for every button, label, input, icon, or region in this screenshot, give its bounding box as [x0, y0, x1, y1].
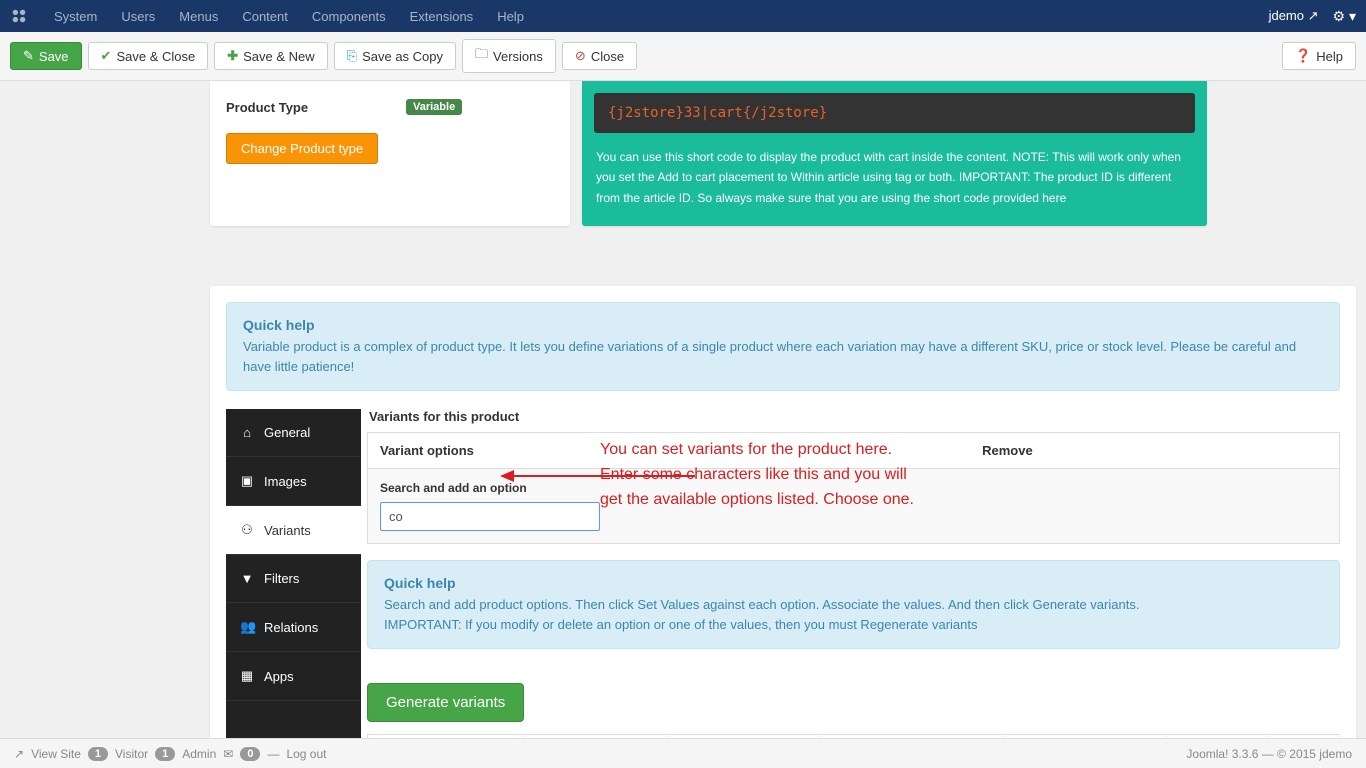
help-button[interactable]: ❓Help [1282, 42, 1356, 70]
top-menu: System Users Menus Content Components Ex… [42, 9, 536, 24]
save-close-button[interactable]: ✔Save & Close [88, 42, 209, 70]
visitor-count: 1 [88, 747, 108, 761]
tab-relations[interactable]: 👥Relations [226, 603, 361, 652]
variants-title: Variants for this product [367, 409, 1340, 424]
view-site-link[interactable]: View Site [31, 747, 81, 761]
image-icon: ▣ [240, 473, 254, 489]
sitemap-icon: ⚇ [240, 522, 254, 538]
tab-general[interactable]: ⌂General [226, 409, 361, 457]
shortcode-panel: {j2store}33|cart{/j2store} You can use t… [582, 81, 1207, 226]
filter-icon: ▼ [240, 571, 254, 586]
search-option-input[interactable] [380, 502, 600, 531]
check-icon: ✎ [23, 48, 34, 64]
shortcode-code[interactable]: {j2store}33|cart{/j2store} [594, 93, 1195, 133]
menu-content[interactable]: Content [230, 9, 300, 24]
tab-images[interactable]: ▣Images [226, 457, 361, 506]
tab-filters[interactable]: ▼Filters [226, 555, 361, 603]
menu-system[interactable]: System [42, 9, 109, 24]
search-option-label: Search and add an option [380, 481, 1327, 495]
users-icon: 👥 [240, 619, 254, 635]
plus-icon: ✚ [227, 48, 238, 64]
versions-button[interactable]: 🗀Versions [462, 39, 556, 73]
home-icon: ⌂ [240, 425, 254, 440]
menu-help[interactable]: Help [485, 9, 536, 24]
content-area: Product Type Variable Change Product typ… [0, 81, 1366, 742]
quick-help-title-2: Quick help [384, 575, 1323, 591]
change-product-type-button[interactable]: Change Product type [226, 133, 378, 164]
side-tabs: ⌂General ▣Images ⚇Variants ▼Filters 👥Rel… [226, 409, 361, 742]
gear-icon[interactable]: ⚙ ▾ [1333, 8, 1356, 25]
save-button[interactable]: ✎Save [10, 42, 82, 70]
question-icon: ❓ [1295, 48, 1311, 64]
cancel-icon: ⊘ [575, 48, 586, 64]
dash-text: — [267, 747, 279, 761]
generate-variants-button[interactable]: Generate variants [367, 683, 524, 722]
message-count: 0 [240, 747, 260, 761]
menu-users[interactable]: Users [109, 9, 167, 24]
check-icon: ✔ [101, 48, 112, 64]
external-link-icon: ↗ [14, 747, 24, 761]
product-type-panel: Product Type Variable Change Product typ… [210, 81, 570, 226]
visitor-link[interactable]: Visitor [115, 747, 148, 761]
archive-icon: 🗀 [475, 45, 488, 67]
quick-help-text-2: Search and add product options. Then cli… [384, 595, 1323, 634]
copyright-text: — © 2015 jdemo [1262, 747, 1352, 761]
admin-count: 1 [155, 747, 175, 761]
save-copy-button[interactable]: ⎘Save as Copy [334, 42, 456, 70]
save-new-button[interactable]: ✚Save & New [214, 42, 327, 70]
col-remove: Remove [970, 433, 1339, 469]
menu-menus[interactable]: Menus [167, 9, 230, 24]
joomla-logo-icon[interactable] [10, 7, 28, 25]
copy-icon: ⎘ [347, 48, 357, 64]
quick-help-text: Variable product is a complex of product… [243, 337, 1323, 376]
tab-variants[interactable]: ⚇Variants [226, 506, 361, 555]
top-navbar: System Users Menus Content Components Ex… [0, 0, 1366, 32]
variant-options-table: Variant options Remove Search and add an… [367, 432, 1340, 544]
status-bar: ↗ View Site 1 Visitor 1 Admin ✉ 0 — Log … [0, 738, 1366, 768]
external-link-icon: ↗ [1308, 8, 1319, 23]
user-menu[interactable]: jdemo ↗ [1269, 8, 1319, 24]
tab-apps[interactable]: ▦Apps [226, 652, 361, 701]
close-button[interactable]: ⊘Close [562, 42, 637, 70]
menu-components[interactable]: Components [300, 9, 398, 24]
shortcode-description: You can use this short code to display t… [582, 133, 1207, 226]
mail-icon: ✉ [223, 747, 233, 761]
menu-extensions[interactable]: Extensions [398, 9, 486, 24]
grid-icon: ▦ [240, 668, 254, 684]
logout-link[interactable]: Log out [286, 747, 326, 761]
product-type-label: Product Type [226, 100, 406, 115]
quick-help-box-2: Quick help Search and add product option… [367, 560, 1340, 649]
col-variant-options: Variant options [368, 433, 971, 469]
product-type-badge: Variable [406, 99, 462, 115]
version-text: Joomla! 3.3.6 [1186, 747, 1261, 761]
variants-panel: Variants for this product Variant option… [361, 409, 1340, 742]
admin-link[interactable]: Admin [182, 747, 216, 761]
product-config-panel: Quick help Variable product is a complex… [210, 286, 1356, 742]
quick-help-title: Quick help [243, 317, 1323, 333]
action-toolbar: ✎Save ✔Save & Close ✚Save & New ⎘Save as… [0, 32, 1366, 81]
quick-help-box: Quick help Variable product is a complex… [226, 302, 1340, 391]
